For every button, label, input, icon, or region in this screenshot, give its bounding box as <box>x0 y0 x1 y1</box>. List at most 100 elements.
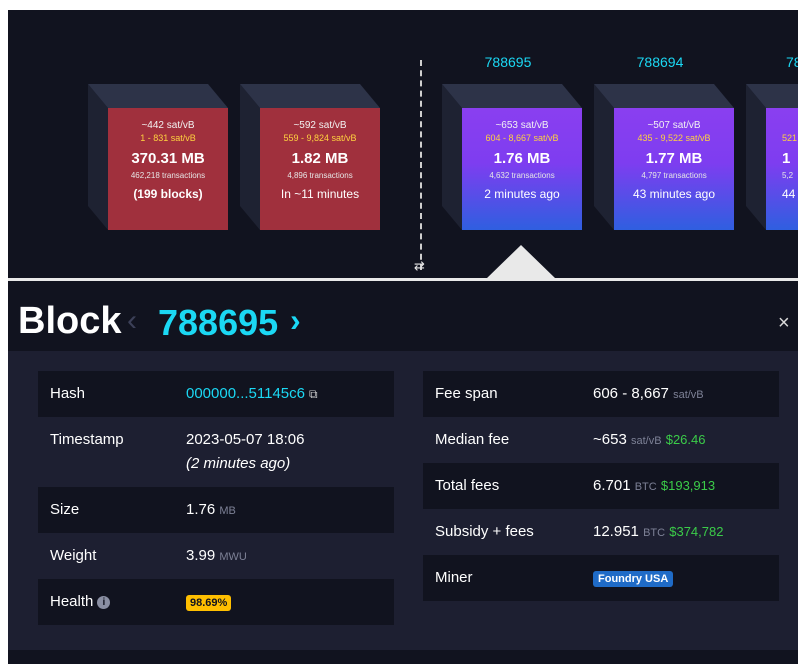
fee-span-value-group: 606 - 8,667 sat/vB <box>593 385 704 402</box>
info-icon[interactable]: i <box>97 596 111 609</box>
block-fee-span: 435 - 9,522 sat/vB <box>637 133 711 143</box>
block-top <box>88 84 228 108</box>
fee-span-label: Fee span <box>435 385 498 402</box>
subsidy-usd: $374,782 <box>669 524 724 539</box>
block-face: ~442 sat/vB 1 - 831 sat/vB 370.31 MB 462… <box>108 108 228 230</box>
strip-divider-line <box>8 278 798 281</box>
block-size: 1.82 MB <box>291 150 349 167</box>
health-badge: 98.69% <box>186 595 232 611</box>
page-title: Block <box>18 300 122 342</box>
fee-span-unit: sat/vB <box>673 389 704 401</box>
hash-value-group: 000000...51145c6 ⧉ <box>186 385 318 402</box>
size-label: Size <box>50 501 80 518</box>
weight-value-group: 3.99 MWU <box>186 547 247 564</box>
close-icon[interactable]: × <box>778 312 790 335</box>
block-median-fee: ~653 sat/vB <box>495 120 549 131</box>
size-value-group: 1.76 MB <box>186 501 236 518</box>
block-number: 788695 <box>158 302 279 343</box>
hash-label: Hash <box>50 385 86 402</box>
copy-icon[interactable]: ⧉ <box>309 387 318 402</box>
block-size: 1 <box>782 150 791 167</box>
subsidy-label: Subsidy + fees <box>435 523 534 540</box>
median-fee-usd: $26.46 <box>665 432 706 447</box>
median-fee-value-group: ~653 sat/vB $26.46 <box>593 431 705 448</box>
miner-value-group: Foundry USA <box>593 569 674 587</box>
app-frame: ~442 sat/vB 1 - 831 sat/vB 370.31 MB 462… <box>8 10 798 664</box>
miner-badge[interactable]: Foundry USA <box>593 571 674 587</box>
subsidy-unit: BTC <box>643 527 666 539</box>
block-time: 44 <box>782 187 796 201</box>
block-tx-count: 462,218 transactions <box>130 171 206 180</box>
median-fee-unit: sat/vB <box>630 435 662 447</box>
fee-span-value: 606 - 8,667 <box>593 385 669 402</box>
size-unit: MB <box>219 505 236 517</box>
block-tx-count: 4,797 transactions <box>641 171 707 180</box>
block-side <box>746 84 766 230</box>
hash-row: Hash 000000...51145c6 ⧉ <box>38 371 394 417</box>
timestamp-value: 2023-05-07 18:06 <box>186 431 305 448</box>
block-fee-span: 1 - 831 sat/vB <box>140 133 196 143</box>
size-value: 1.76 <box>186 501 216 518</box>
total-fees-label: Total fees <box>435 477 500 494</box>
block-height-label[interactable]: 788694 <box>600 54 720 70</box>
health-value-group: 98.69% <box>186 593 232 611</box>
block-fee-span: 559 - 9,824 sat/vB <box>283 133 357 143</box>
health-label: Health <box>50 593 94 610</box>
mempool-divider <box>420 60 422 270</box>
mined-block-selected[interactable]: ~653 sat/vB 604 - 8,667 sat/vB 1.76 MB 4… <box>442 84 582 230</box>
block-side <box>240 84 260 230</box>
block-side <box>594 84 614 230</box>
subsidy-row: Subsidy + fees 12.951 BTC $374,782 <box>423 509 779 555</box>
block-time: (199 blocks) <box>133 187 203 201</box>
block-tx-count: 4,632 transactions <box>489 171 555 180</box>
block-side <box>442 84 462 230</box>
swap-direction-icon[interactable]: ⇄ <box>414 258 425 274</box>
block-height-label[interactable]: 78 <box>752 54 798 70</box>
block-time: 43 minutes ago <box>632 187 716 201</box>
block-tx-count: 5,2 <box>782 171 794 180</box>
miner-label: Miner <box>435 569 473 586</box>
median-fee-label: Median fee <box>435 431 510 448</box>
weight-label: Weight <box>50 547 97 564</box>
total-fees-value-group: 6.701 BTC $193,913 <box>593 477 715 494</box>
mined-block[interactable]: ~507 sat/vB 435 - 9,522 sat/vB 1.77 MB 4… <box>594 84 734 230</box>
block-details-panel: Hash 000000...51145c6 ⧉ Timestamp 2023-05… <box>8 351 798 650</box>
block-median-fee: ~442 sat/vB <box>141 120 195 131</box>
total-fees-row: Total fees 6.701 BTC $193,913 <box>423 463 779 509</box>
block-face: ~592 sat/vB 559 - 9,824 sat/vB 1.82 MB 4… <box>260 108 380 230</box>
mempool-block[interactable]: ~592 sat/vB 559 - 9,824 sat/vB 1.82 MB 4… <box>240 84 380 230</box>
subsidy-value-group: 12.951 BTC $374,782 <box>593 523 723 540</box>
block-median-fee <box>782 120 798 132</box>
total-fees-unit: BTC <box>634 481 657 493</box>
block-time: In ~11 minutes <box>280 187 360 201</box>
subsidy-value: 12.951 <box>593 523 639 540</box>
blockchain-strip: ~442 sat/vB 1 - 831 sat/vB 370.31 MB 462… <box>8 10 798 282</box>
miner-row: Miner Foundry USA <box>423 555 779 601</box>
weight-unit: MWU <box>219 551 247 563</box>
block-time: 2 minutes ago <box>484 187 560 201</box>
block-height-label[interactable]: 788695 <box>448 54 568 70</box>
block-median-fee: ~592 sat/vB <box>293 120 347 131</box>
median-fee-value: ~653 <box>593 431 627 448</box>
block-face: 521 1 5,2 44 <box>766 108 798 230</box>
size-row: Size 1.76 MB <box>38 487 394 533</box>
block-fee-span: 604 - 8,667 sat/vB <box>485 133 559 143</box>
mined-block[interactable]: 521 1 5,2 44 <box>746 84 798 230</box>
block-face: ~507 sat/vB 435 - 9,522 sat/vB 1.77 MB 4… <box>614 108 734 230</box>
health-row: Health i 98.69% <box>38 579 394 625</box>
block-median-fee: ~507 sat/vB <box>647 120 701 131</box>
block-side <box>88 84 108 230</box>
block-size: 1.76 MB <box>493 150 551 167</box>
block-size: 1.77 MB <box>645 150 703 167</box>
previous-block-icon[interactable]: ‹ <box>127 304 137 338</box>
mempool-block[interactable]: ~442 sat/vB 1 - 831 sat/vB 370.31 MB 462… <box>88 84 228 230</box>
hash-link[interactable]: 000000...51145c6 <box>186 385 305 402</box>
median-fee-row: Median fee ~653 sat/vB $26.46 <box>423 417 779 463</box>
health-label-group: Health i <box>50 593 111 610</box>
block-tx-count: 4,896 transactions <box>287 171 353 180</box>
total-fees-value: 6.701 <box>593 477 631 494</box>
block-details-left: Hash 000000...51145c6 ⧉ Timestamp 2023-05… <box>38 371 394 625</box>
total-fees-usd: $193,913 <box>660 478 716 493</box>
next-block-icon[interactable]: › <box>290 302 301 339</box>
timestamp-label: Timestamp <box>50 431 124 448</box>
